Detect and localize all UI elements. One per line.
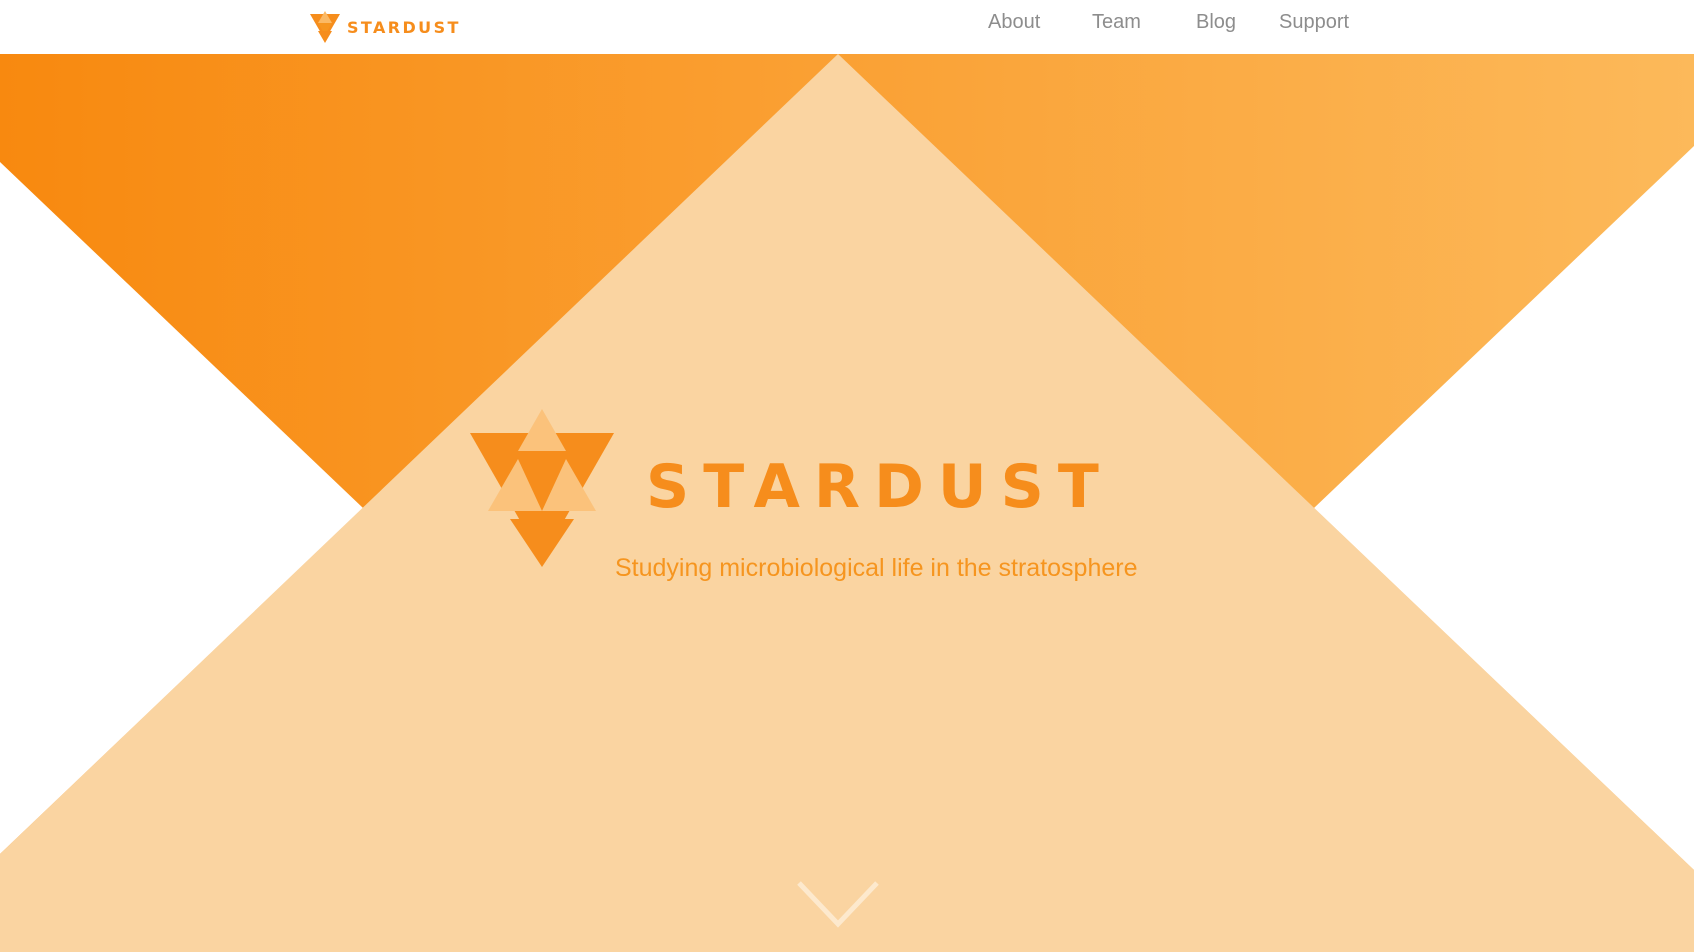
navbar: STARDUST About Team Blog Support — [0, 0, 1694, 54]
brand-name: STARDUST — [347, 17, 461, 37]
nav-link-team[interactable]: Team — [1092, 11, 1141, 34]
chevron-down-icon[interactable] — [796, 880, 880, 930]
hero-tagline: Studying microbiological life in the str… — [615, 554, 1138, 582]
brand-logo-link[interactable]: STARDUST — [310, 10, 461, 44]
nav-link-about[interactable]: About — [988, 11, 1040, 34]
hero-title: STARDUST — [646, 452, 1113, 522]
nav-link-blog[interactable]: Blog — [1196, 11, 1236, 34]
nav-link-support[interactable]: Support — [1279, 11, 1349, 34]
triangle-star-logo-icon — [310, 11, 340, 43]
hero-logo: STARDUST Studying microbiological life i… — [470, 409, 1230, 621]
triangle-star-emblem-icon — [470, 409, 614, 567]
hero-section: STARDUST Studying microbiological life i… — [0, 54, 1694, 952]
